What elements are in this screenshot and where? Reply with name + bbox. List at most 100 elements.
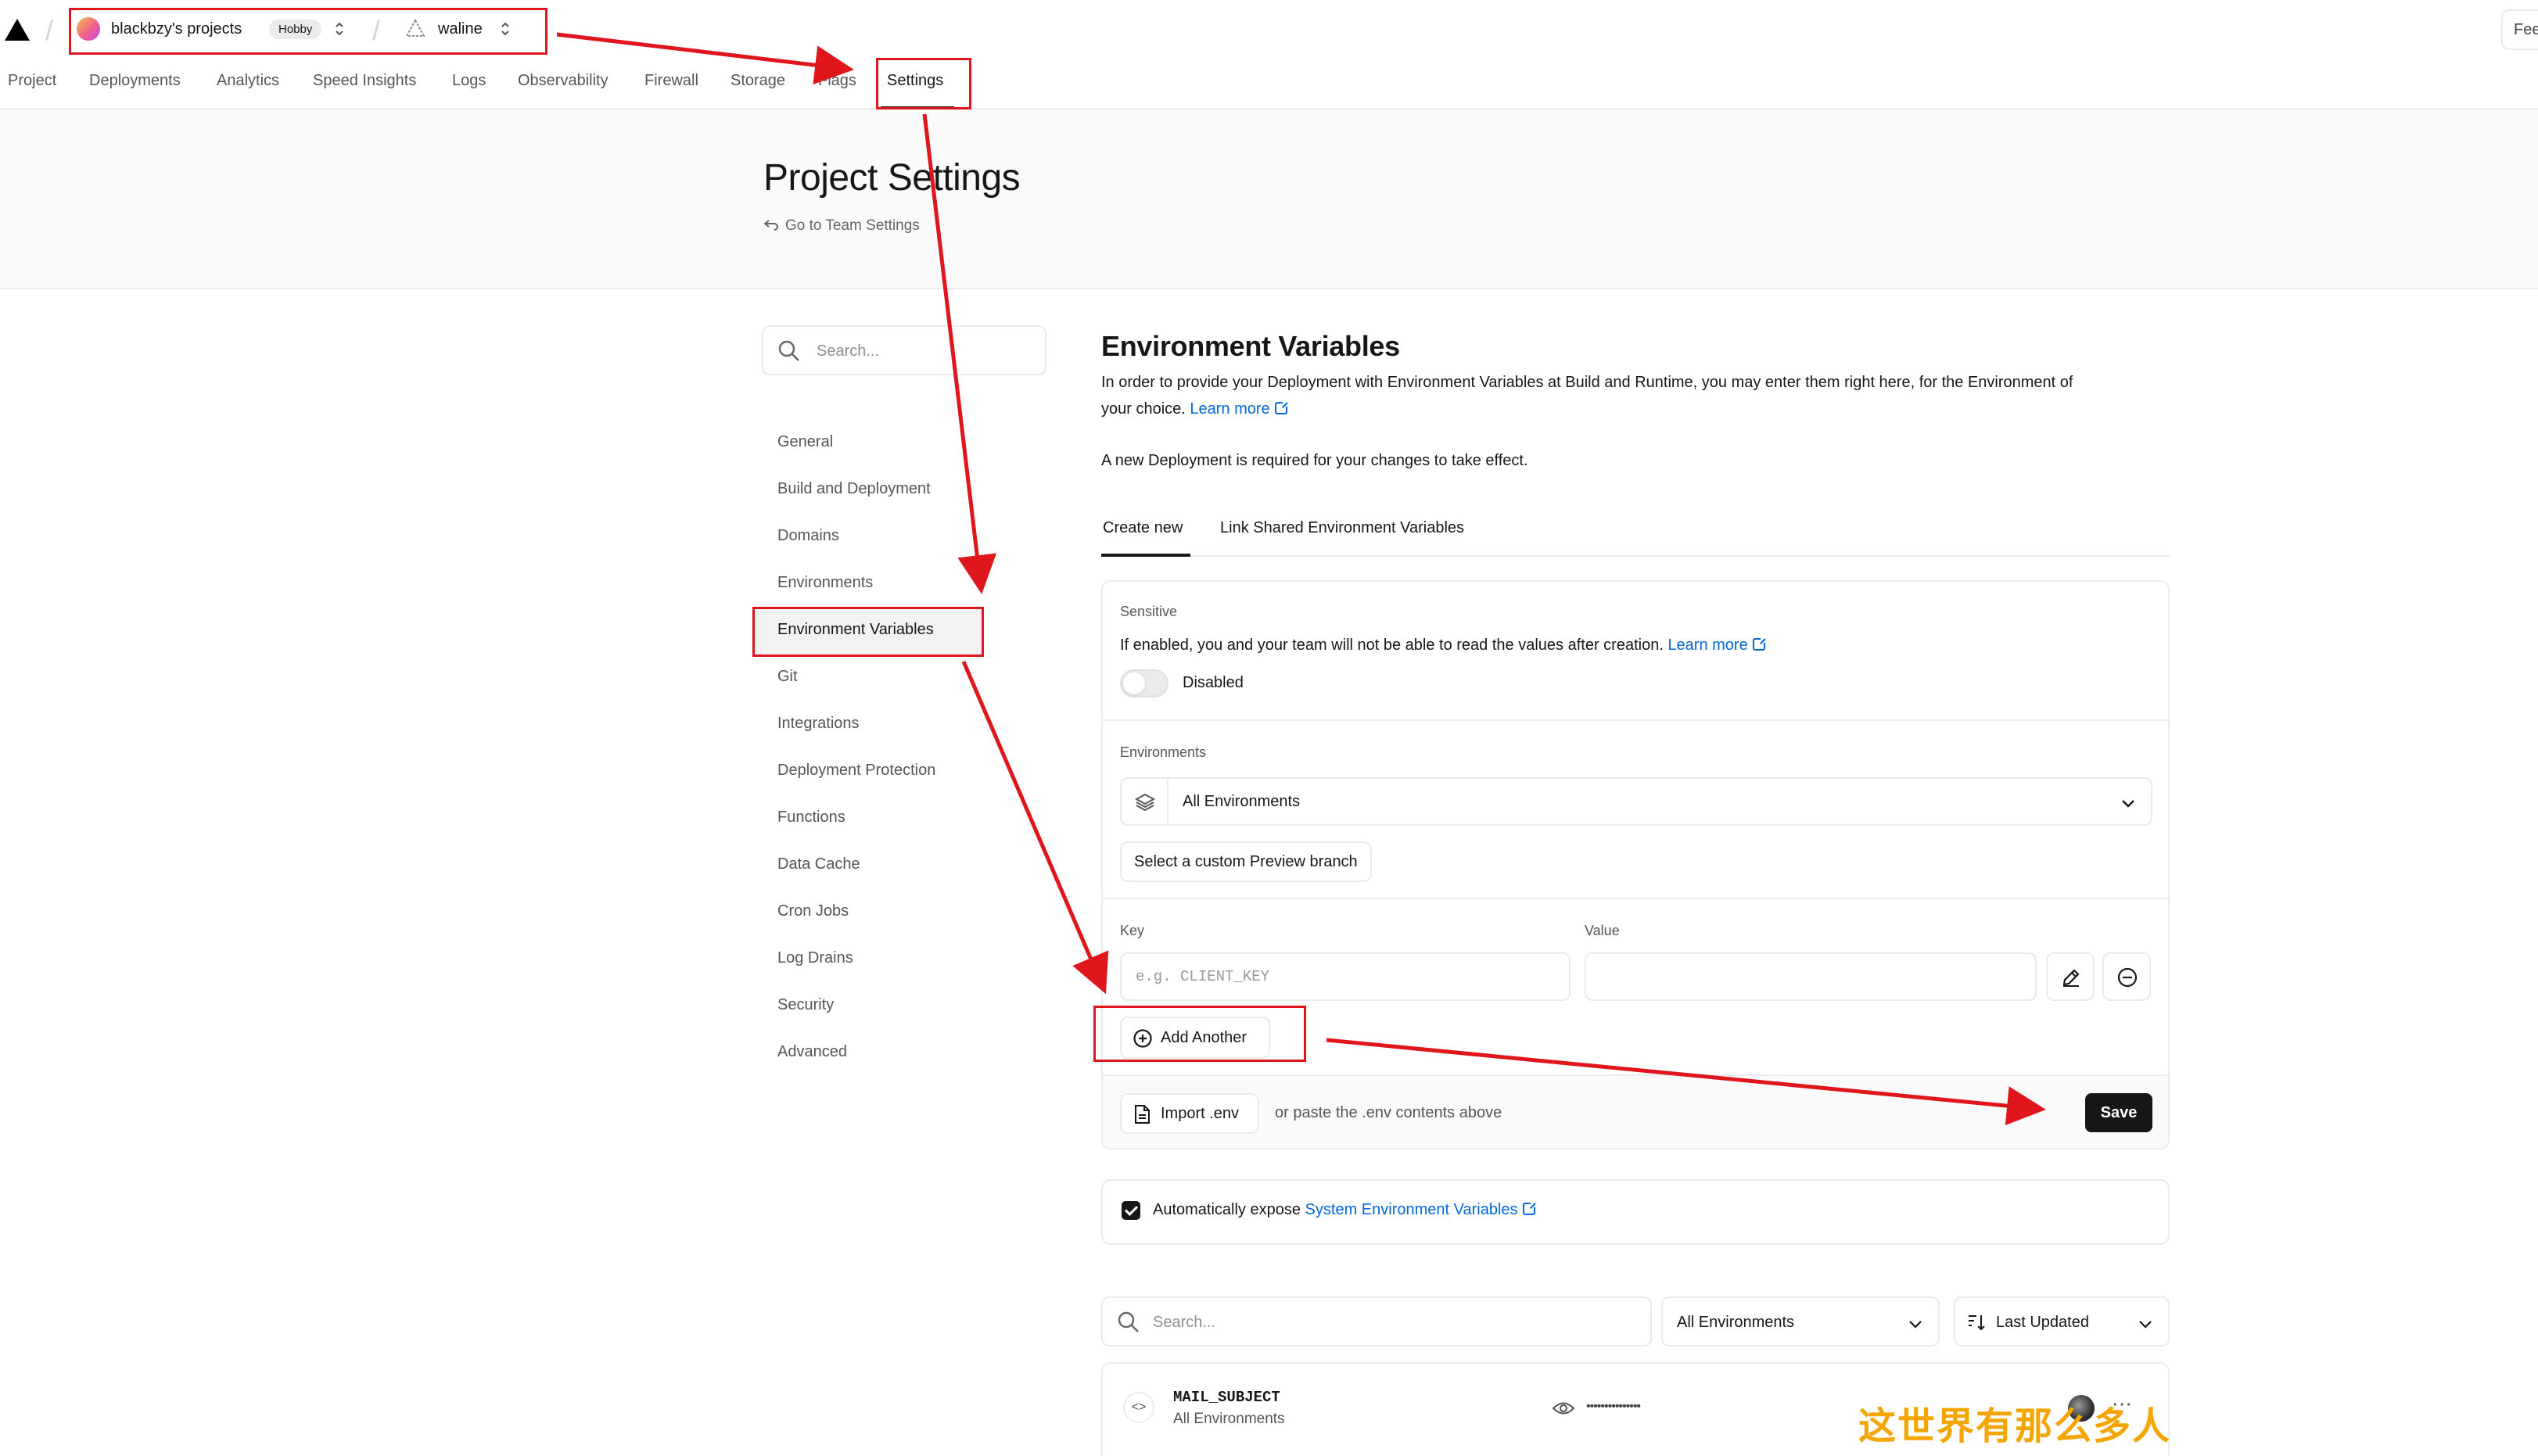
pencil-icon (2062, 969, 2080, 987)
sort-icon (1969, 1315, 1985, 1331)
back-link-label: Go to Team Settings (785, 217, 920, 234)
chevron-down-icon (1909, 1321, 1922, 1329)
select-divider (1167, 779, 1168, 824)
sensitive-learn-more-link[interactable]: Learn more (1667, 637, 1766, 654)
sensitive-label: Sensitive (1120, 604, 1178, 619)
card-footer (1103, 1074, 2168, 1148)
file-icon (1135, 1105, 1150, 1124)
nav-storage[interactable]: Storage (731, 72, 785, 90)
search-placeholder: Search... (1153, 1314, 1216, 1331)
annotation-box-breadcrumb (69, 8, 547, 55)
chevron-down-icon (2122, 800, 2134, 808)
nav-logs[interactable]: Logs (452, 72, 486, 90)
sort-value: Last Updated (1996, 1314, 2089, 1331)
key-placeholder: e.g. CLIENT_KEY (1136, 968, 1270, 985)
tab-link-shared[interactable]: Link Shared Environment Variables (1220, 519, 1464, 537)
sidebar-item-data-cache[interactable]: Data Cache (777, 855, 860, 873)
sensitive-description: If enabled, you and your team will not b… (1120, 637, 1766, 654)
sidebar-item-advanced[interactable]: Advanced (777, 1043, 847, 1061)
custom-preview-branch-button[interactable]: Select a custom Preview branch (1120, 841, 1372, 882)
value-input[interactable] (1585, 952, 2037, 1001)
nav-speed-insights[interactable]: Speed Insights (313, 72, 416, 90)
search-placeholder: Search... (817, 342, 880, 360)
environments-select[interactable]: All Environments (1120, 777, 2152, 826)
eye-icon[interactable] (1552, 1400, 1575, 1417)
tab-active-indicator (1101, 554, 1190, 557)
sidebar-item-deployment-protection[interactable]: Deployment Protection (777, 762, 935, 780)
value-label: Value (1585, 923, 1620, 938)
env-filter-dropdown[interactable]: All Environments (1661, 1296, 1940, 1347)
sidebar-item-environments[interactable]: Environments (777, 574, 873, 592)
code-icon: <> (1123, 1392, 1154, 1423)
edit-value-button[interactable] (2046, 952, 2095, 1001)
sidebar-item-cron-jobs[interactable]: Cron Jobs (777, 902, 849, 920)
sensitive-learn-more-label: Learn more (1667, 637, 1748, 654)
return-arrow-icon (763, 220, 778, 231)
learn-more-link[interactable]: Learn more (1190, 400, 1288, 418)
sensitive-text: If enabled, you and your team will not b… (1120, 637, 1664, 654)
import-env-button[interactable]: Import .env (1120, 1093, 1259, 1134)
sensitive-toggle[interactable] (1120, 669, 1168, 698)
nav-firewall[interactable]: Firewall (644, 72, 698, 90)
back-to-team-settings-link[interactable]: Go to Team Settings (763, 217, 920, 235)
search-icon (778, 340, 799, 361)
chevron-down-icon (2139, 1321, 2152, 1329)
tab-create-new[interactable]: Create new (1103, 519, 1183, 537)
sort-dropdown[interactable]: Last Updated (1954, 1296, 2170, 1347)
system-env-vars-link[interactable]: System Environment Variables (1305, 1201, 1536, 1218)
annotation-box-env-vars (752, 607, 984, 657)
feedback-button[interactable]: Fee (2501, 9, 2538, 50)
sidebar-item-integrations[interactable]: Integrations (777, 715, 860, 733)
import-env-label: Import .env (1161, 1105, 1240, 1122)
external-link-icon (1752, 637, 1766, 651)
card-divider (1103, 719, 2168, 721)
description-text: In order to provide your Deployment with… (1101, 374, 2073, 391)
save-button[interactable]: Save (2085, 1093, 2152, 1132)
watermark-text: 这世界有那么多人 (1858, 1404, 2172, 1448)
sidebar-item-general[interactable]: General (777, 433, 833, 451)
card-divider (1103, 898, 2168, 899)
sidebar-item-git[interactable]: Git (777, 668, 798, 686)
external-link-icon (1522, 1202, 1536, 1215)
paste-hint: or paste the .env contents above (1275, 1104, 1502, 1121)
annotation-box-settings (876, 58, 971, 109)
key-input[interactable]: e.g. CLIENT_KEY (1120, 952, 1571, 1001)
section-description: In order to provide your Deployment with… (1101, 369, 2165, 422)
nav-flags[interactable]: Flags (818, 72, 856, 90)
page-title: Project Settings (763, 157, 1021, 199)
tabs-divider (1101, 555, 2170, 557)
sidebar-item-build-and-deployment[interactable]: Build and Deployment (777, 480, 931, 498)
env-var-masked-value: ••••••••••••••• (1586, 1400, 1641, 1413)
vercel-logo-icon[interactable] (5, 19, 30, 41)
nav-deployments[interactable]: Deployments (89, 72, 181, 90)
toggle-state-label: Disabled (1183, 674, 1244, 691)
system-env-vars-label: System Environment Variables (1305, 1201, 1518, 1218)
auto-expose-label: Automatically expose System Environment … (1153, 1201, 1536, 1219)
nav-analytics[interactable]: Analytics (217, 72, 279, 90)
settings-search-input[interactable]: Search... (762, 325, 1046, 375)
remove-row-button[interactable] (2102, 952, 2151, 1001)
auto-expose-checkbox[interactable] (1122, 1201, 1140, 1220)
breadcrumb-separator: / (45, 14, 54, 46)
auto-expose-text: Automatically expose (1153, 1201, 1301, 1218)
sidebar-item-log-drains[interactable]: Log Drains (777, 949, 853, 967)
layers-icon (1134, 793, 1156, 812)
external-link-icon (1274, 401, 1288, 414)
env-vars-search-input[interactable]: Search... (1101, 1296, 1652, 1347)
environments-selected: All Environments (1183, 793, 1301, 810)
env-var-envs: All Environments (1173, 1411, 1285, 1427)
redeploy-note: A new Deployment is required for your ch… (1101, 452, 1528, 469)
sidebar-item-functions[interactable]: Functions (777, 809, 845, 827)
sidebar-item-domains[interactable]: Domains (777, 527, 839, 545)
env-var-name: MAIL_SUBJECT (1173, 1389, 1280, 1406)
nav-observability[interactable]: Observability (518, 72, 608, 90)
nav-project[interactable]: Project (8, 72, 56, 90)
section-title: Environment Variables (1101, 330, 1400, 362)
page-header (0, 109, 2538, 289)
key-label: Key (1120, 923, 1145, 938)
env-filter-value: All Environments (1677, 1314, 1795, 1331)
sidebar-item-security[interactable]: Security (777, 996, 834, 1014)
description-text-2: your choice. (1101, 400, 1186, 418)
environments-label: Environments (1120, 744, 1207, 760)
annotation-box-add-another (1093, 1006, 1306, 1062)
